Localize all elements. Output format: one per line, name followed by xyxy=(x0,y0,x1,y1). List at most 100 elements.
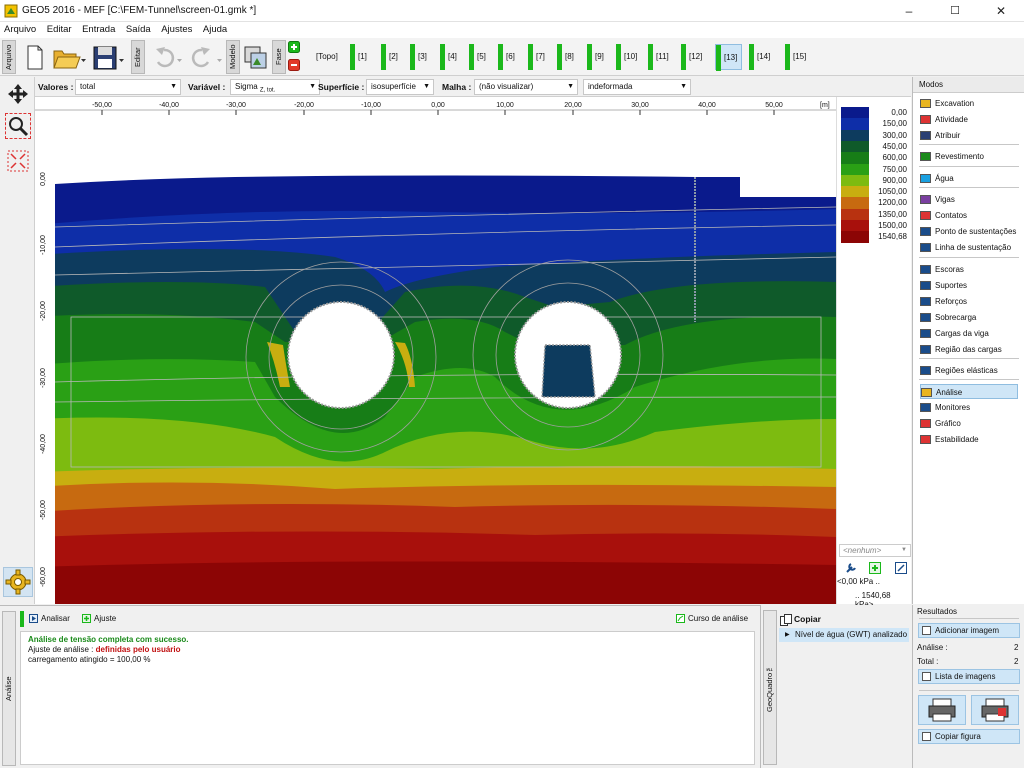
mode-item-1[interactable]: Atividade xyxy=(920,112,968,127)
stage-tab-7[interactable]: [7] xyxy=(528,44,549,70)
redo-button[interactable] xyxy=(188,41,226,73)
legend-preset-select[interactable]: <nenhum> ▼ xyxy=(839,544,911,557)
maximize-button[interactable]: ☐ xyxy=(932,0,978,22)
values-select[interactable]: total ▼ xyxy=(75,79,181,95)
stage-tab-0[interactable]: [Topo] xyxy=(313,44,342,70)
menu-saida[interactable]: Saída xyxy=(122,22,155,38)
stage-tab-3[interactable]: [3] xyxy=(410,44,431,70)
stage-tab-label: [2] xyxy=(389,52,398,61)
stage-tab-10[interactable]: [10] xyxy=(616,44,641,70)
geoquadro-item[interactable]: ▶ Nível de água (GWT) analizado xyxy=(779,628,909,642)
menu-ajustes[interactable]: Ajustes xyxy=(157,22,196,38)
stage-tab-5[interactable]: [5] xyxy=(469,44,490,70)
results-panel: Resultados Adicionar imagem Análise : 2 … xyxy=(912,605,1024,768)
legend-swatch xyxy=(841,118,869,131)
mode-item-15[interactable]: Regiões elásticas xyxy=(920,363,998,378)
zoom-extents-button[interactable] xyxy=(7,150,29,172)
variable-select[interactable]: Sigma Z, tot. ▼ xyxy=(230,79,320,95)
menu-entrada[interactable]: Entrada xyxy=(78,22,119,38)
close-button[interactable]: ✕ xyxy=(978,0,1024,22)
analysis-side-tab[interactable]: Análise xyxy=(2,611,16,766)
mode-item-17[interactable]: Monitores xyxy=(920,400,970,415)
edit-side-tab[interactable]: Editar xyxy=(131,40,145,74)
file-side-tab[interactable]: Arquivo xyxy=(2,40,16,74)
mode-item-11[interactable]: Reforços xyxy=(920,294,967,309)
image-list-button[interactable]: Lista de imagens xyxy=(918,669,1020,684)
mode-item-6[interactable]: Contatos xyxy=(920,208,967,223)
add-stage-icon[interactable] xyxy=(288,41,300,53)
mode-item-13[interactable]: Cargas da viga xyxy=(920,326,989,341)
mode-item-3[interactable]: Revestimento xyxy=(920,149,984,164)
mode-item-2[interactable]: Atribuir xyxy=(920,128,960,143)
stage-tab-2[interactable]: [2] xyxy=(381,44,402,70)
deformation-select[interactable]: indeformada ▼ xyxy=(583,79,691,95)
stage-tab-8[interactable]: [8] xyxy=(557,44,578,70)
mode-item-19[interactable]: Estabilidade xyxy=(920,432,979,447)
mode-item-12[interactable]: Sobrecarga xyxy=(920,310,976,325)
copy-label[interactable]: Copiar xyxy=(794,614,821,624)
stage-tab-13[interactable]: [13] xyxy=(715,44,743,71)
print-button[interactable] xyxy=(918,695,966,725)
copy-figure-button[interactable]: Copiar figura xyxy=(918,729,1020,744)
menu-arquivo[interactable]: Arquivo xyxy=(0,22,40,38)
mode-item-9[interactable]: Escoras xyxy=(920,262,964,277)
legend-swatch xyxy=(841,129,869,142)
legend-value: 900,00 xyxy=(882,175,907,185)
mesh-select[interactable]: (não visualizar) ▼ xyxy=(474,79,578,95)
mode-item-10[interactable]: Suportes xyxy=(920,278,967,293)
undo-button[interactable] xyxy=(148,41,186,73)
stage-tab-label: [6] xyxy=(506,52,515,61)
open-file-button[interactable] xyxy=(50,41,88,73)
menu-ajuda[interactable]: Ajuda xyxy=(199,22,231,38)
mode-item-14[interactable]: Região das cargas xyxy=(920,342,1002,357)
mode-item-4[interactable]: Água xyxy=(920,171,954,186)
copy-view-icon xyxy=(244,46,267,69)
stage-color-bar xyxy=(616,44,621,70)
surface-select[interactable]: isosuperfície ▼ xyxy=(366,79,434,95)
zoom-tool-button[interactable] xyxy=(5,113,31,139)
mode-item-18[interactable]: Gráfico xyxy=(920,416,961,431)
x-tick-label: -10,00 xyxy=(361,102,381,109)
print-preview-button[interactable] xyxy=(971,695,1019,725)
analysis-course-button[interactable]: Curso de análise xyxy=(676,613,748,624)
mode-item-16[interactable]: Análise xyxy=(920,384,1018,399)
minimize-button[interactable]: – xyxy=(886,0,932,22)
move-icon[interactable] xyxy=(7,83,29,105)
legend-value: 300,00 xyxy=(882,130,907,140)
wrench-icon[interactable] xyxy=(845,562,857,574)
stage-tab-6[interactable]: [6] xyxy=(498,44,519,70)
stage-tab-11[interactable]: [11] xyxy=(648,44,673,70)
stage-tab-4[interactable]: [4] xyxy=(440,44,461,70)
add-legend-icon[interactable] xyxy=(869,562,881,574)
mode-item-label: Reforços xyxy=(935,297,968,306)
save-file-button[interactable] xyxy=(90,41,128,73)
setup-button[interactable]: Ajuste xyxy=(82,613,116,624)
tunnel-left[interactable] xyxy=(287,301,395,409)
mode-icon xyxy=(920,195,931,204)
stage-tab-14[interactable]: [14] xyxy=(749,44,774,70)
variable-select-text: Sigma xyxy=(235,82,258,91)
remove-stage-icon[interactable] xyxy=(288,59,300,71)
model-tab[interactable]: Modelo xyxy=(226,40,240,74)
stress-contour-plot[interactable]: -50,00 -40,00 -30,00 -20,00 -10,00 0,00 10,00 2… xyxy=(35,97,836,604)
mode-icon xyxy=(920,99,931,108)
plot-area[interactable]: -50,00 -40,00 -30,00 -20,00 -10,00 0,00 10,00 2… xyxy=(35,97,836,604)
edit-legend-icon[interactable] xyxy=(895,562,907,574)
stage-tab-15[interactable]: [15] xyxy=(785,44,810,70)
analyze-button[interactable]: Analisar xyxy=(29,613,70,624)
geoquadro-side-tab[interactable]: GeoQuadro™ xyxy=(763,610,777,765)
mode-item-8[interactable]: Linha de sustentação xyxy=(920,240,1011,255)
stage-tab-9[interactable]: [9] xyxy=(587,44,608,70)
mode-item-5[interactable]: Vigas xyxy=(920,192,955,207)
new-file-button[interactable] xyxy=(20,41,48,73)
stage-tab-12[interactable]: [12] xyxy=(681,44,706,70)
setup-icon xyxy=(82,614,91,623)
menu-editar[interactable]: Editar xyxy=(43,22,76,38)
settings-button[interactable] xyxy=(3,567,33,597)
copy-view-button[interactable] xyxy=(242,41,270,73)
phase-tab[interactable]: Fase xyxy=(272,40,286,74)
mode-item-0[interactable]: Excavation xyxy=(920,96,974,111)
stage-tab-1[interactable]: [1] xyxy=(350,44,371,70)
add-image-button[interactable]: Adicionar imagem xyxy=(918,623,1020,638)
mode-item-7[interactable]: Ponto de sustentações xyxy=(920,224,1016,239)
